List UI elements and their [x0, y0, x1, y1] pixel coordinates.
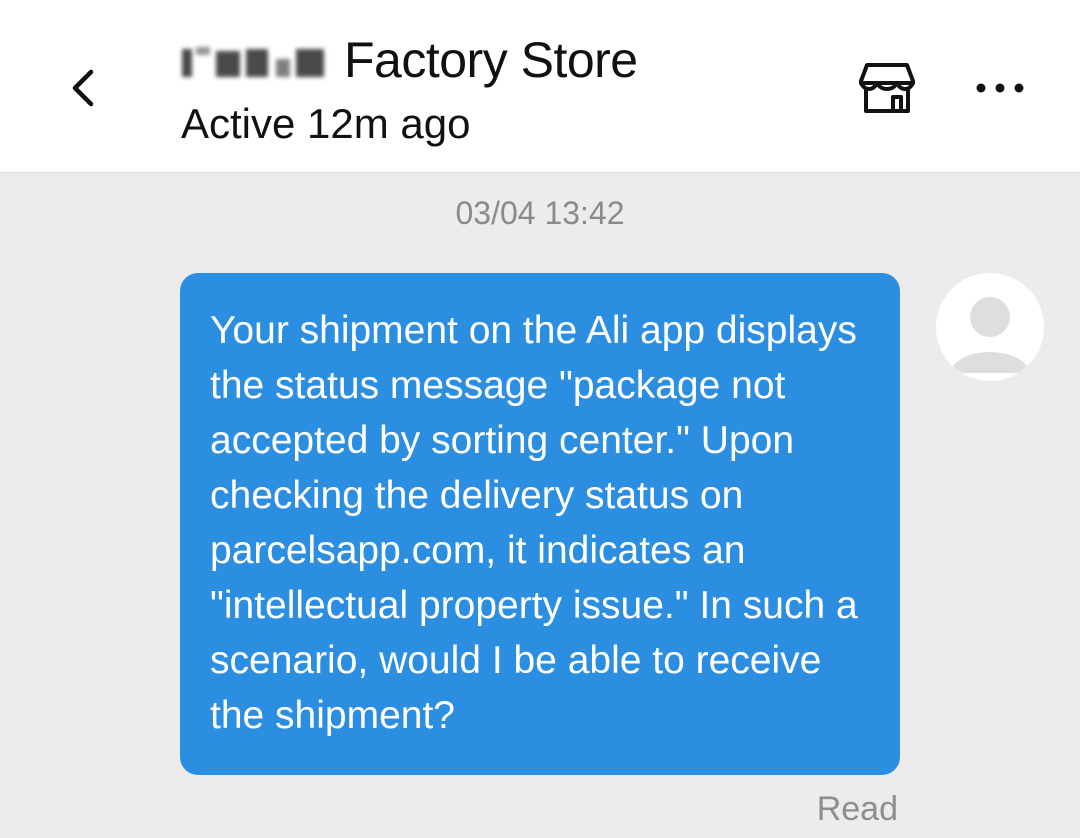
more-options-button[interactable] — [960, 62, 1040, 114]
avatar[interactable] — [936, 273, 1044, 381]
more-horizontal-icon — [976, 83, 1024, 93]
chat-header: Factory Store Active 12m ago — [0, 0, 1080, 173]
message-timestamp: 03/04 13:42 — [455, 195, 625, 231]
back-button[interactable] — [52, 58, 112, 118]
store-button[interactable] — [852, 56, 922, 120]
default-user-icon — [950, 297, 1030, 373]
message-bubble[interactable]: Your shipment on the Ali app displays th… — [180, 273, 900, 775]
store-name: Factory Store — [344, 32, 638, 88]
message-text: Your shipment on the Ali app displays th… — [210, 309, 858, 737]
chat-title[interactable]: Factory Store — [180, 30, 638, 90]
redacted-store-prefix — [180, 37, 330, 83]
active-status: Active 12m ago — [181, 100, 471, 147]
chevron-left-icon — [72, 69, 94, 107]
read-receipt: Read — [816, 790, 898, 828]
storefront-icon — [859, 63, 915, 113]
